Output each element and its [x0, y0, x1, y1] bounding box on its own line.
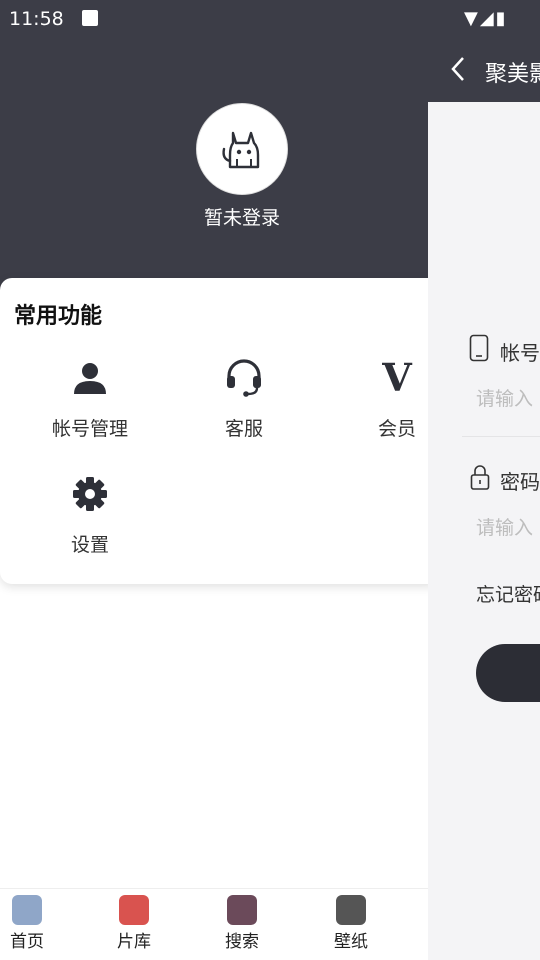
password-label: 密码 [500, 470, 540, 494]
login-status-text[interactable]: 暂未登录 [0, 203, 428, 230]
customer-service-button[interactable]: 客服 [174, 350, 314, 441]
nav-label: 首页 [10, 932, 44, 952]
function-label: 会员 [377, 418, 416, 440]
wallpaper-tab-icon [336, 895, 366, 925]
login-button[interactable] [476, 644, 540, 702]
phone-icon [469, 334, 489, 362]
library-tab-icon [119, 895, 149, 925]
nav-label: 片库 [117, 932, 151, 952]
nav-wallpaper[interactable]: 壁纸 [321, 895, 381, 952]
account-label: 帐号 [500, 341, 540, 365]
vip-icon: V [382, 355, 412, 400]
login-top-bar: ▼◢▮ 聚美影 [428, 0, 540, 102]
settings-button[interactable]: 设置 [20, 466, 160, 557]
nav-library[interactable]: 片库 [104, 895, 164, 952]
login-page: ▼◢▮ 聚美影 帐号 请输入 密码 请输入 忘记密码 [428, 0, 540, 960]
gear-icon [73, 477, 107, 511]
section-title: 常用功能 [14, 304, 103, 329]
account-management-button[interactable]: 帐号管理 [20, 350, 160, 441]
function-label: 客服 [224, 418, 263, 440]
function-label: 设置 [70, 534, 109, 556]
function-label: 帐号管理 [51, 418, 128, 440]
avatar[interactable] [196, 103, 288, 195]
nav-search[interactable]: 搜索 [212, 895, 272, 952]
nav-label: 壁纸 [334, 932, 368, 952]
lock-icon [470, 465, 490, 490]
password-input[interactable]: 请输入 [476, 513, 533, 540]
status-icons: ▼◢▮ [464, 8, 508, 29]
side-drawer: 11:58 暂未登录 常用功能 帐号管理 客服 V 会员 设置 首页 片库 搜索… [0, 0, 428, 960]
status-time: 11:58 [9, 8, 64, 30]
person-icon [74, 363, 106, 394]
drawer-header: 11:58 暂未登录 [0, 0, 428, 300]
bottom-navigation: 首页 片库 搜索 壁纸 [0, 888, 428, 960]
common-functions-card: 常用功能 帐号管理 客服 V 会员 设置 [0, 278, 428, 584]
account-divider [462, 436, 540, 437]
image-notification-icon [82, 10, 98, 26]
nav-label: 搜索 [225, 932, 259, 952]
forgot-password-link[interactable]: 忘记密码 [476, 580, 540, 607]
account-input[interactable]: 请输入 [476, 384, 533, 411]
vip-button[interactable]: V 会员 [327, 350, 428, 441]
login-page-title: 聚美影 [485, 62, 540, 87]
nav-home[interactable]: 首页 [0, 895, 57, 952]
search-tab-icon [227, 895, 257, 925]
back-icon[interactable] [450, 56, 466, 82]
cat-icon [222, 131, 260, 169]
home-tab-icon [12, 895, 42, 925]
headset-icon [227, 359, 261, 397]
